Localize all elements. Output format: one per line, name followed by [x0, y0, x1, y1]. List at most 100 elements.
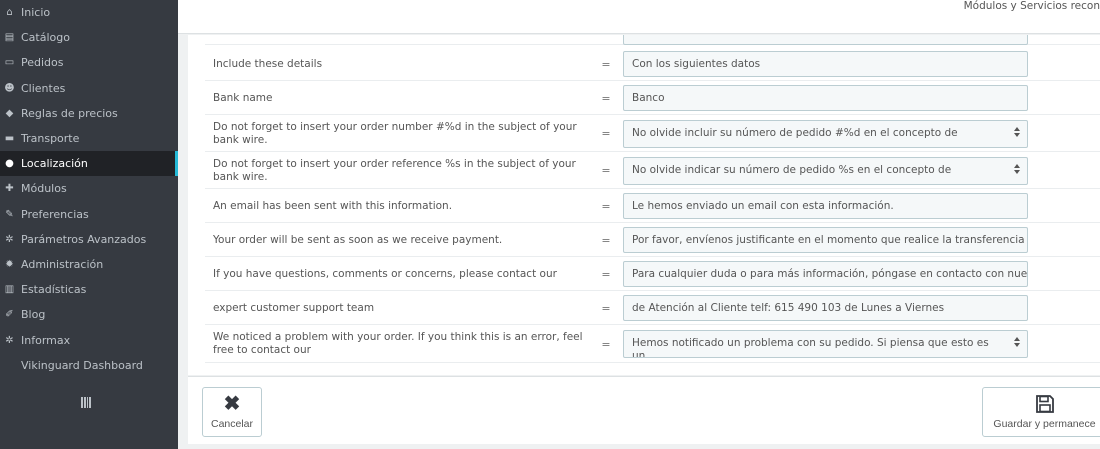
sidebar-nav: ⌂ Inicio ▤ Catálogo ▭ Pedidos ☻ Clientes ◆ Reglas…	[0, 0, 178, 449]
sidebar-item[interactable]: ▭ Pedidos	[0, 50, 178, 75]
sidebar-item-label: Vikinguard Dashboard	[21, 358, 143, 372]
wrench-icon: ✎	[5, 208, 14, 220]
save-and-stay-button[interactable]: Guardar y permanece	[982, 387, 1100, 437]
translation-input[interactable]	[623, 35, 1028, 45]
translation-value: No olvide incluir su número de pedido #%…	[632, 127, 958, 139]
translation-form-panel: Include these details = Con los siguientes…	[188, 35, 1100, 375]
translation-value: Banco	[632, 92, 665, 104]
sidebar-item[interactable]: ⌂ Inicio	[0, 0, 178, 25]
translation-input[interactable]: Con los siguientes datos	[623, 51, 1028, 77]
equals-sign: =	[601, 199, 611, 213]
top-header: Módulos y Servicios recon	[178, 0, 1100, 34]
textarea-scroll-arrows-icon[interactable]	[1014, 127, 1022, 137]
translation-input[interactable]: Banco	[623, 85, 1028, 111]
source-string-label: Do not forget to insert your order refer…	[213, 157, 576, 183]
users-icon: ☻	[4, 82, 15, 94]
translation-row: If you have questions, comments or conce…	[205, 257, 1100, 291]
textarea-scroll-arrows-icon[interactable]	[1014, 337, 1022, 347]
translation-row: We noticed a problem with your order. If…	[205, 325, 1100, 363]
sidebar-item[interactable]: ◆ Reglas de precios	[0, 101, 178, 126]
equals-sign: =	[601, 233, 611, 247]
sidebar-item[interactable]: ✲ Informax	[0, 327, 178, 352]
translation-value: Le hemos enviado un email con esta infor…	[632, 200, 894, 212]
translation-row: Do not forget to insert your order refer…	[205, 152, 1100, 189]
translation-value: Para cualquier duda o para más informaci…	[632, 268, 1028, 280]
translation-value: Con los siguientes datos	[632, 58, 761, 70]
sidebar-item-label: Transporte	[21, 132, 80, 146]
sidebar-item-label: Módulos	[21, 182, 67, 196]
equals-sign: =	[601, 91, 611, 105]
translation-row: Include these details = Con los siguientes…	[205, 47, 1100, 81]
store-icon: ⌂	[6, 7, 13, 19]
cancel-button-label: Cancelar	[210, 418, 254, 430]
translation-input[interactable]: Por favor, envíenos justificante en el m…	[623, 227, 1028, 253]
equals-sign: =	[601, 301, 611, 315]
textarea-scroll-arrows-icon[interactable]	[1014, 164, 1022, 174]
source-string-label: expert customer support team	[213, 301, 375, 314]
sidebar-item[interactable]: Vikinguard Dashboard	[0, 353, 178, 378]
equals-sign: =	[601, 164, 611, 177]
sidebar-item[interactable]: ✹ Administración	[0, 252, 178, 277]
sidebar-item[interactable]: ✚ Módulos	[0, 176, 178, 201]
equals-sign: =	[601, 337, 611, 351]
sidebar-item-label: Parámetros Avanzados	[21, 232, 147, 246]
book-icon: ▤	[4, 32, 15, 44]
sidebar-item-label: Inicio	[21, 6, 51, 20]
sidebar-item[interactable]: ● Localización	[0, 151, 178, 177]
sidebar-item-label: Informax	[21, 333, 71, 347]
save-icon	[1035, 395, 1054, 413]
sidebar-item-label: Clientes	[21, 81, 66, 95]
save-button-label: Guardar y permanece	[993, 418, 1096, 430]
edit-icon: ✐	[5, 309, 14, 321]
translation-value: Hemos notificado un problema con su pedi…	[632, 337, 989, 358]
sidebar-menu: ⌂ Inicio ▤ Catálogo ▭ Pedidos ☻ Clientes ◆ Reglas…	[0, 0, 178, 378]
sidebar-item-label: Preferencias	[21, 207, 89, 221]
equals-sign: =	[601, 57, 611, 71]
tag-icon: ◆	[5, 107, 14, 119]
translation-input[interactable]: Para cualquier duda o para más informaci…	[623, 261, 1028, 287]
translation-value: No olvide indicar su número de pedido %s…	[632, 164, 952, 176]
source-string-label: If you have questions, comments or conce…	[213, 267, 557, 280]
puzzle-icon: ✚	[5, 183, 14, 195]
credit-card-icon: ▭	[4, 57, 15, 69]
translation-textarea[interactable]: No olvide indicar su número de pedido %s…	[623, 157, 1028, 185]
translation-row: An email has been sent with this informa…	[205, 189, 1100, 223]
equals-sign: =	[601, 127, 611, 140]
source-string-label: Include these details	[213, 57, 323, 70]
bar-chart-icon: ▥	[4, 284, 15, 296]
sidebar-item[interactable]: ▤ Catálogo	[0, 25, 178, 50]
breadcrumb[interactable]: Módulos y Servicios recon	[964, 0, 1100, 12]
cancel-button[interactable]: ✖ Cancelar	[202, 387, 262, 437]
sidebar-item[interactable]: ▬ Transporte	[0, 126, 178, 151]
translation-value: Por favor, envíenos justificante en el m…	[632, 234, 1028, 246]
sidebar-item[interactable]: ☻ Clientes	[0, 76, 178, 101]
translation-textarea[interactable]: Hemos notificado un problema con su pedi…	[623, 330, 1028, 358]
globe-icon: ●	[5, 158, 14, 170]
source-string-label: Your order will be sent as soon as we re…	[213, 233, 503, 246]
sidebar-item[interactable]: ▥ Estadísticas	[0, 277, 178, 302]
translation-input[interactable]: de Atención al Cliente telf: 615 490 103…	[623, 295, 1028, 321]
sidebar-item-label: Blog	[21, 308, 46, 322]
sidebar-item[interactable]: ✐ Blog	[0, 302, 178, 327]
translation-row: Bank name = Banco	[205, 81, 1100, 115]
sidebar-item-label: Estadísticas	[21, 283, 87, 297]
sidebar-item-label: Localización	[21, 157, 88, 171]
sidebar-item-label: Administración	[21, 257, 104, 271]
source-string-label: We noticed a problem with your order. If…	[213, 331, 583, 356]
translation-row: Do not forget to insert your order numbe…	[205, 115, 1100, 152]
translation-input[interactable]: Le hemos enviado un email con esta infor…	[623, 193, 1028, 219]
cogs-icon: ✲	[5, 334, 14, 346]
sidebar-item-label: Pedidos	[21, 56, 64, 70]
translation-textarea[interactable]: No olvide incluir su número de pedido #%…	[623, 120, 1028, 148]
translation-value: de Atención al Cliente telf: 615 490 103…	[632, 302, 945, 314]
source-string-label: An email has been sent with this informa…	[213, 199, 453, 212]
equals-sign: =	[601, 267, 611, 281]
collapse-sidebar-icon[interactable]	[81, 397, 91, 408]
form-footer: ✖ Cancelar Guardar y permanece	[188, 376, 1100, 444]
cog-icon: ✹	[5, 258, 14, 270]
sidebar-item[interactable]: ✲ Parámetros Avanzados	[0, 227, 178, 252]
cogs-icon: ✲	[5, 233, 14, 245]
sidebar-item[interactable]: ✎ Preferencias	[0, 202, 178, 227]
source-string-label: Bank name	[213, 91, 273, 104]
close-icon: ✖	[223, 393, 241, 415]
